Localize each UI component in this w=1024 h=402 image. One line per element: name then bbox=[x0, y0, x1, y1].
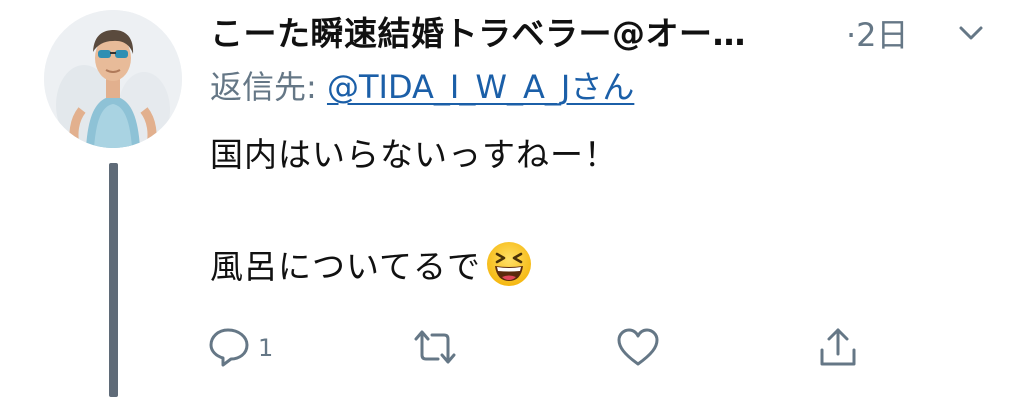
tweet-card[interactable]: こーた瞬速結婚トラベラー@オー… ·2日 返信先: @TIDA_I_W_A_Jさ… bbox=[0, 0, 1024, 402]
reply-to-line: 返信先: @TIDA_I_W_A_Jさん bbox=[210, 62, 634, 108]
reply-to-label: 返信先: bbox=[210, 68, 327, 106]
avatar[interactable] bbox=[44, 10, 182, 148]
reply-to-handle-link[interactable]: @TIDA_I_W_A_Jさん bbox=[327, 68, 634, 106]
reply-button[interactable]: 1 bbox=[206, 322, 273, 372]
reply-count: 1 bbox=[258, 334, 274, 362]
tweet-header: こーた瞬速結婚トラベラー@オー… ·2日 bbox=[210, 8, 1000, 54]
like-button[interactable] bbox=[614, 322, 662, 372]
tweet-text: 風呂についてるで bbox=[210, 247, 482, 286]
display-name[interactable]: こーた瞬速結婚トラベラー@オー… bbox=[210, 7, 746, 55]
tweet-text-line: 国内はいらないっすねー！ bbox=[210, 135, 618, 174]
heart-icon bbox=[614, 325, 662, 369]
reply-icon bbox=[206, 325, 254, 369]
tweet-text-line: 風呂についてるで bbox=[210, 240, 533, 288]
retweet-button[interactable] bbox=[410, 322, 460, 372]
share-button[interactable] bbox=[814, 322, 862, 372]
thread-line bbox=[109, 163, 118, 397]
grinning-squinting-face-emoji bbox=[485, 240, 533, 288]
chevron-down-icon[interactable] bbox=[956, 18, 986, 48]
retweet-icon bbox=[410, 325, 460, 369]
tweet-actions: 1 bbox=[206, 322, 906, 372]
share-icon bbox=[814, 324, 862, 370]
timestamp[interactable]: ·2日 bbox=[846, 10, 909, 56]
